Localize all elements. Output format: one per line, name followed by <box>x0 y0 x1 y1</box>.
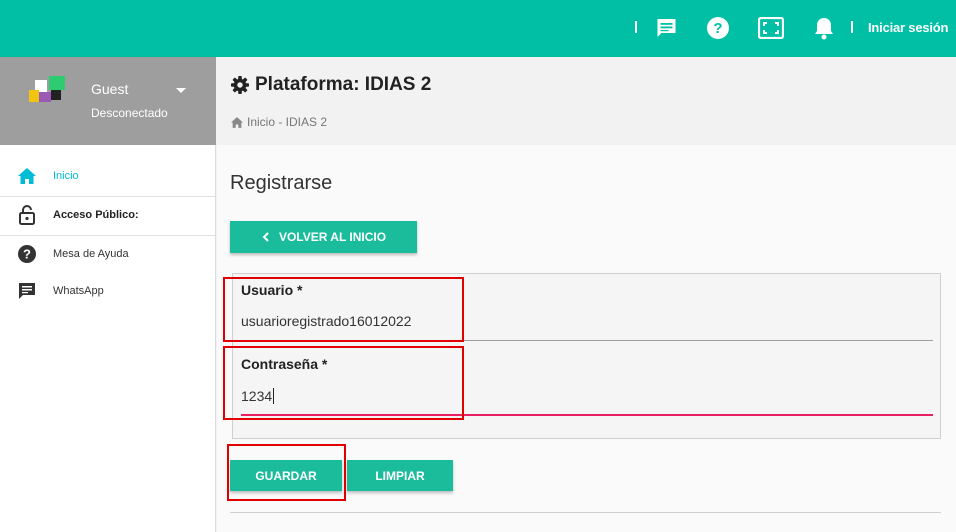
breadcrumb: Inicio - IDIAS 2 <box>231 115 327 129</box>
sidebar-item-whatsapp[interactable]: WhatsApp <box>0 272 216 310</box>
message-icon <box>17 281 37 301</box>
sidebar-item-label: WhatsApp <box>53 285 104 297</box>
highlight-box-username <box>223 277 464 342</box>
highlight-box-save <box>227 444 346 501</box>
gear-icon <box>231 76 249 94</box>
topbar-separator <box>635 21 637 33</box>
lock-icon <box>17 205 37 225</box>
clear-button[interactable]: LIMPIAR <box>347 460 453 491</box>
profile-dropdown-icon[interactable] <box>176 88 186 93</box>
back-to-home-button[interactable]: VOLVER AL INICIO <box>230 221 417 253</box>
sidebar-item-label: Mesa de Ayuda <box>53 248 129 260</box>
breadcrumb-text[interactable]: Inicio - IDIAS 2 <box>247 115 327 129</box>
topbar-separator <box>851 21 853 33</box>
login-link[interactable]: Iniciar sesión <box>868 20 948 35</box>
help-circle-icon: ? <box>17 244 37 264</box>
sidebar-item-label: Inicio <box>53 170 79 182</box>
top-bar: ? Iniciar sesión <box>0 0 956 57</box>
user-name: Guest <box>91 81 129 97</box>
sidebar: Guest Desconectado Inicio Acceso Público… <box>0 57 216 532</box>
user-status: Desconectado <box>91 106 168 120</box>
bell-icon[interactable] <box>810 14 838 42</box>
content-divider <box>230 512 941 513</box>
sidebar-item-inicio[interactable]: Inicio <box>0 157 216 195</box>
app-logo <box>29 76 65 102</box>
svg-text:?: ? <box>713 20 722 37</box>
help-icon[interactable]: ? <box>704 14 732 42</box>
sidebar-header-public-access: Acceso Público: <box>0 196 216 234</box>
page-title-text: Plataforma: IDIAS 2 <box>255 74 432 95</box>
home-icon <box>17 166 37 186</box>
section-title: Registrarse <box>230 172 333 194</box>
chat-icon[interactable] <box>652 14 680 42</box>
svg-text:?: ? <box>23 247 31 262</box>
sidebar-item-label: Acceso Público: <box>53 209 139 221</box>
back-button-label: VOLVER AL INICIO <box>278 230 387 244</box>
highlight-box-password <box>223 346 464 420</box>
fullscreen-icon[interactable] <box>757 14 785 42</box>
sidebar-item-mesa-de-ayuda[interactable]: ? Mesa de Ayuda <box>0 235 216 273</box>
page-title: Plataforma: IDIAS 2 <box>231 74 431 96</box>
user-profile: Guest Desconectado <box>0 57 216 145</box>
chevron-left-icon <box>262 232 269 242</box>
home-icon <box>231 116 243 128</box>
